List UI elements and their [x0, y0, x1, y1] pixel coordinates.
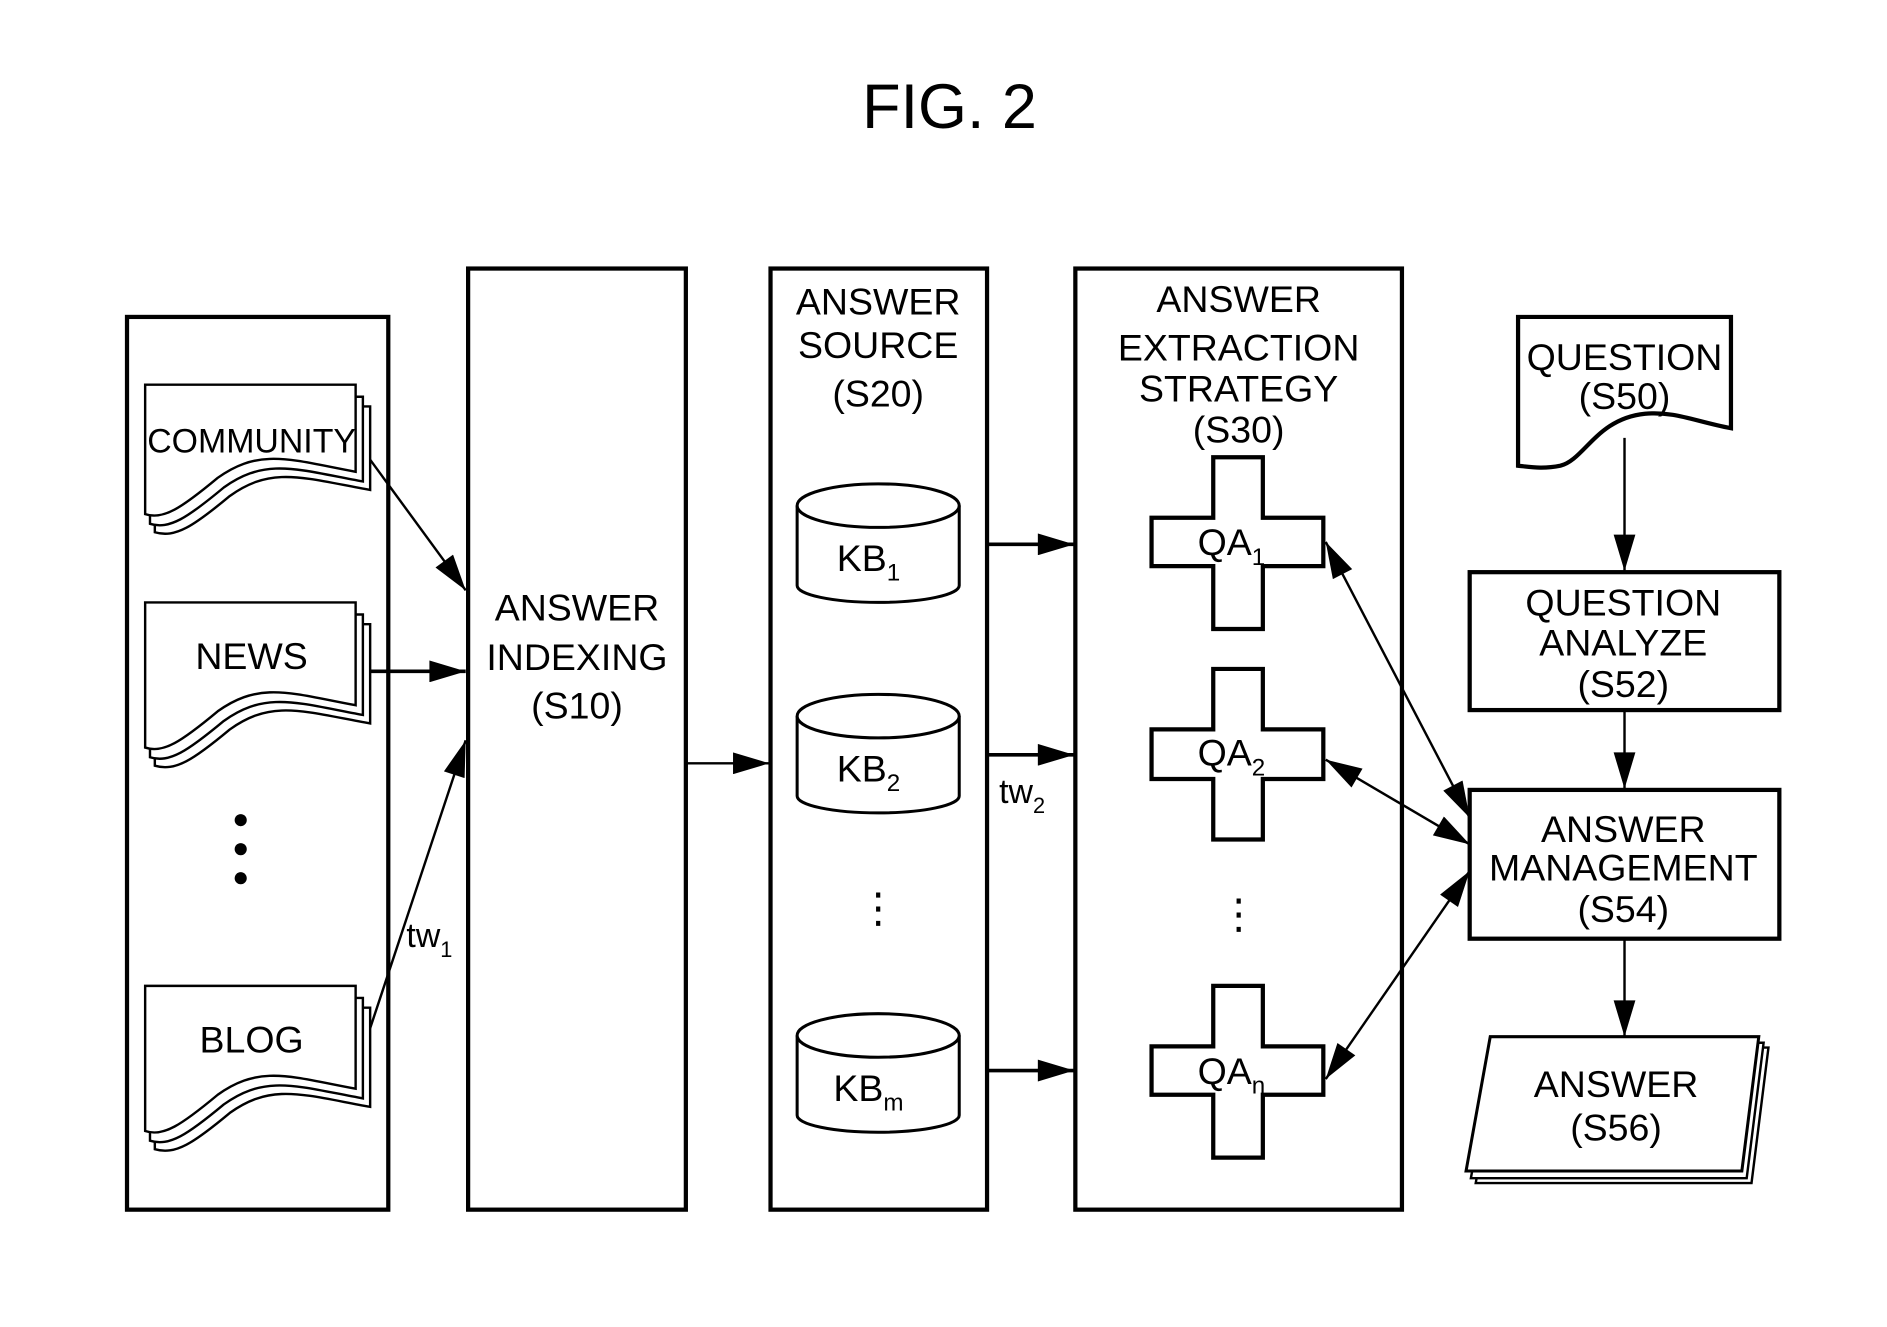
indexing-label-line3: (S10) — [531, 685, 623, 727]
extraction-label-line3: STRATEGY — [1139, 368, 1338, 410]
source-panel-label-line2: SOURCE — [798, 324, 958, 366]
answer-management-line3: (S54) — [1577, 888, 1669, 930]
svg-text:ANSWER: ANSWER — [1534, 1063, 1699, 1105]
extraction-label-line2: EXTRACTION — [1118, 326, 1360, 368]
answer-indexing-box — [466, 266, 688, 1212]
svg-text:QUESTION: QUESTION — [1527, 336, 1723, 378]
indexing-label-line2: INDEXING — [486, 636, 667, 678]
source-panel-label-line1: ANSWER — [796, 281, 961, 323]
question-analyze-line1: QUESTION — [1525, 582, 1721, 624]
question-analyze-line3: (S52) — [1577, 663, 1669, 705]
answer-management-line2: MANAGEMENT — [1489, 847, 1758, 889]
source-panel-label-line3: (S20) — [832, 372, 924, 414]
question-analyze-line2: ANALYZE — [1539, 622, 1707, 664]
weight-label-tw1: tw1 — [406, 917, 452, 962]
answer-management-line1: ANSWER — [1541, 808, 1706, 850]
svg-text:(S50): (S50) — [1579, 375, 1671, 417]
source-label-blog: BLOG — [200, 1018, 304, 1060]
source-label-community: COMMUNITY — [147, 422, 356, 460]
indexing-label-line1: ANSWER — [495, 587, 660, 629]
weight-label-tw2: tw2 — [999, 773, 1045, 818]
source-label-news: NEWS — [195, 635, 307, 677]
kb-cylinder-2: KB2 — [795, 692, 961, 815]
answer-document-stack: ANSWER (S56) — [1464, 1035, 1770, 1185]
qa-ellipsis: ⋮ — [1218, 891, 1259, 937]
kb-cylinder-m: KBm — [795, 1012, 961, 1134]
kb-ellipsis: ⋮ — [858, 885, 899, 931]
figure-title: FIG. 2 — [862, 72, 1037, 142]
extraction-label-line1: ANSWER — [1156, 278, 1321, 320]
extraction-label-line4: (S30) — [1193, 409, 1285, 451]
kb-cylinder-1: KB1 — [795, 482, 961, 604]
figure-canvas: FIG. 2 COMMUNITY NEWS BLOG tw1 ANSWER IN… — [124, 72, 1782, 1212]
svg-text:(S56): (S56) — [1570, 1107, 1662, 1149]
